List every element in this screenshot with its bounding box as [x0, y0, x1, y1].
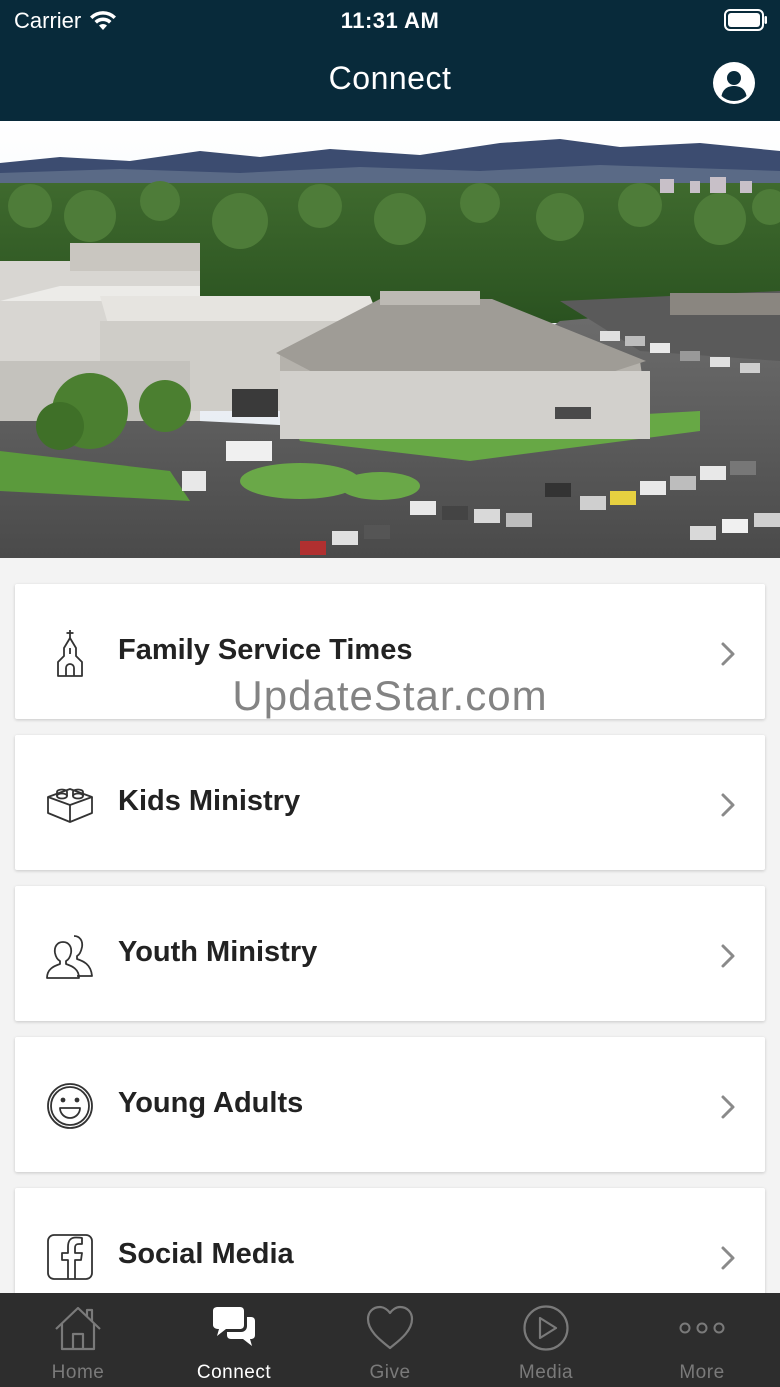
- lego-brick-icon: [47, 788, 93, 823]
- tab-connect[interactable]: Connect: [156, 1293, 312, 1387]
- hero-image: [0, 121, 780, 558]
- menu-item-kids-ministry[interactable]: Kids Ministry: [15, 735, 765, 870]
- tab-give[interactable]: Give: [312, 1293, 468, 1387]
- chat-bubbles-icon: [213, 1307, 255, 1346]
- menu-item-label: Kids Ministry: [118, 785, 301, 817]
- tab-bar: Home Connect Give Media More: [0, 1293, 780, 1387]
- chevron-right-icon: [721, 944, 735, 968]
- battery-icon: [724, 9, 767, 31]
- chevron-right-icon: [721, 642, 735, 666]
- menu-item-label: Social Media: [118, 1238, 294, 1270]
- page-title: Connect: [328, 60, 452, 96]
- tab-label: Media: [518, 1362, 574, 1383]
- church-icon: [57, 630, 83, 677]
- menu-item-family-service-times[interactable]: Family Service Times: [15, 584, 765, 719]
- home-icon: [55, 1306, 101, 1351]
- tab-label: Connect: [196, 1362, 272, 1383]
- menu-item-label: Young Adults: [118, 1087, 304, 1119]
- chevron-right-icon: [721, 793, 735, 817]
- tab-label: More: [679, 1362, 725, 1383]
- menu-item-label: Youth Ministry: [118, 936, 318, 968]
- status-bar: Carrier 11:31 AM: [0, 0, 780, 40]
- tab-label: Give: [369, 1362, 411, 1383]
- menu-item-youth-ministry[interactable]: Youth Ministry: [15, 886, 765, 1021]
- chevron-right-icon: [721, 1095, 735, 1119]
- play-circle-icon: [523, 1305, 569, 1351]
- status-time: 11:31 AM: [340, 8, 440, 33]
- tab-media[interactable]: Media: [468, 1293, 624, 1387]
- facebook-icon: [47, 1234, 93, 1280]
- top-bar: Carrier 11:31 AM Connect: [0, 0, 780, 121]
- heart-icon: [366, 1305, 414, 1350]
- ellipsis-icon: [679, 1322, 725, 1334]
- menu-item-young-adults[interactable]: Young Adults: [15, 1037, 765, 1172]
- people-icon: [46, 935, 93, 979]
- menu-item-label: Family Service Times: [118, 634, 413, 666]
- menu-item-social-media[interactable]: Social Media: [15, 1188, 765, 1293]
- tab-home[interactable]: Home: [0, 1293, 156, 1387]
- chevron-right-icon: [721, 1246, 735, 1270]
- menu-list: Family Service Times Kids Ministry Youth…: [0, 558, 780, 1293]
- smiley-icon: [47, 1083, 93, 1129]
- user-circle-icon[interactable]: [712, 61, 756, 105]
- tab-more[interactable]: More: [624, 1293, 780, 1387]
- tab-label: Home: [51, 1362, 105, 1383]
